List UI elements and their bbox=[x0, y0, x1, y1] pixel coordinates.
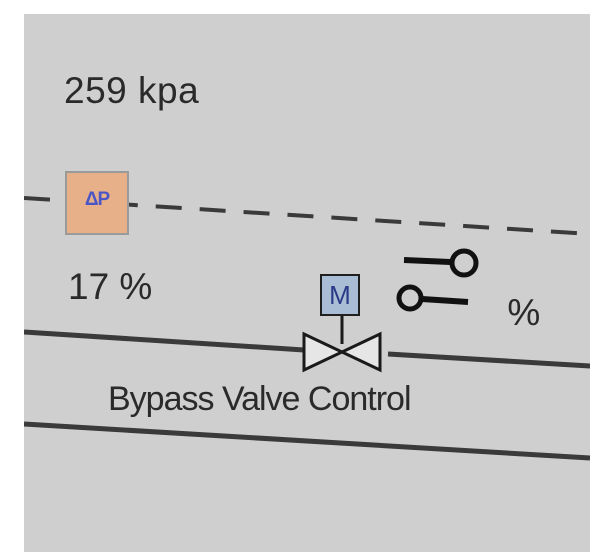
motor-label: M bbox=[329, 280, 351, 310]
bypass-pipe-right bbox=[387, 351, 590, 369]
motor-icon[interactable]: M bbox=[320, 274, 360, 316]
hmi-screen: 259 kpa ΔP 17 % M % Bypass Valve Control bbox=[24, 14, 590, 552]
main-pipe bbox=[24, 421, 590, 461]
manual-mode-icon[interactable] bbox=[403, 248, 479, 278]
valve-caption: Bypass Valve Control bbox=[108, 380, 412, 418]
valve-percent: % bbox=[456, 292, 541, 333]
delta-p-percent: 17 % bbox=[68, 266, 153, 307]
delta-p-icon[interactable]: ΔP bbox=[65, 171, 129, 235]
pressure-reading: 259 kpa bbox=[64, 70, 200, 111]
delta-p-label: ΔP bbox=[84, 189, 110, 210]
bypass-pipe-left bbox=[24, 329, 305, 353]
